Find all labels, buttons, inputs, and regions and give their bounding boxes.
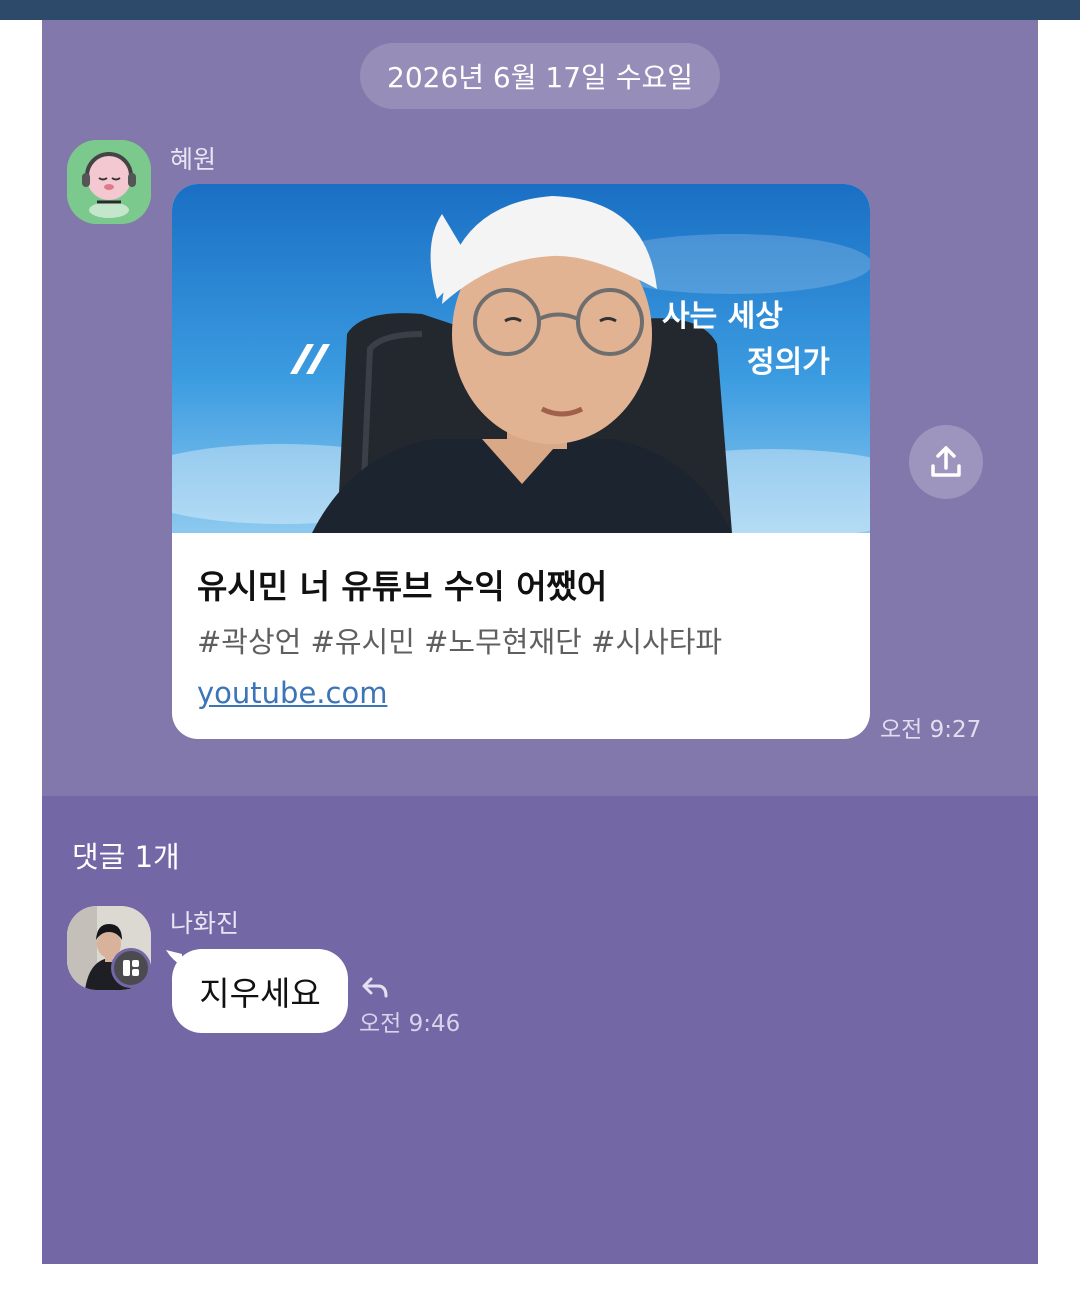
status-bar <box>0 0 1080 20</box>
comment-time: 오전 9:46 <box>359 1011 461 1037</box>
chat-area: 2026년 6월 17일 수요일 혜원 사는 세상 정의가 유시민 너 유튜브 … <box>42 20 1038 796</box>
sender-avatar[interactable] <box>67 140 151 224</box>
comment-count: 댓글 1개 <box>72 840 180 874</box>
share-upload-icon <box>931 446 961 477</box>
commenter-name: 나화진 <box>170 909 240 938</box>
video-thumbnail-image: 사는 세상 정의가 <box>172 184 870 533</box>
comment-bubble[interactable]: 지우세요 <box>172 949 348 1033</box>
thumbnail-caption-2: 정의가 <box>747 345 830 380</box>
comment-section: 댓글 1개 나화진 지우세요 오전 9:46 <box>42 796 1038 1264</box>
sender-name: 혜원 <box>170 145 217 174</box>
link-title[interactable]: 유시민 너 유튜브 수익 어쨌어 <box>197 560 607 608</box>
app-badge-icon <box>111 948 151 988</box>
date-divider: 2026년 6월 17일 수요일 <box>360 43 720 109</box>
character-headphones-avatar-icon <box>67 140 151 224</box>
link-tags: #곽상언 #유시민 #노무현재단 #시사타파 <box>197 625 723 659</box>
reply-arrow-icon[interactable] <box>360 976 390 1002</box>
thumbnail-caption-1: 사는 세상 <box>662 299 783 334</box>
link-preview-card[interactable]: 사는 세상 정의가 유시민 너 유튜브 수익 어쨌어 #곽상언 #유시민 #노무… <box>172 184 870 739</box>
link-domain[interactable]: youtube.com <box>197 676 387 710</box>
video-thumbnail[interactable]: 사는 세상 정의가 <box>172 184 870 533</box>
share-button[interactable] <box>909 425 983 499</box>
message-time: 오전 9:27 <box>880 717 982 743</box>
